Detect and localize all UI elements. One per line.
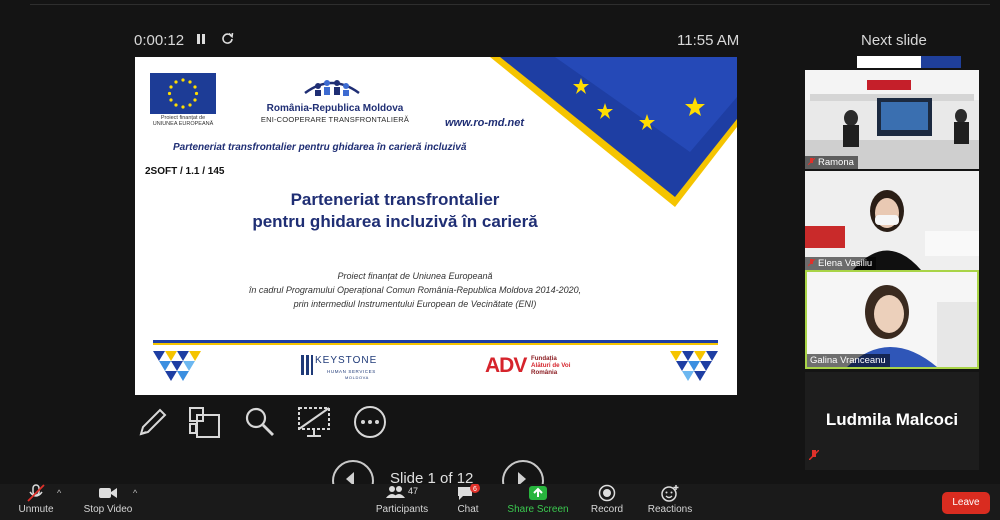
muted-mic-icon — [807, 157, 816, 166]
participant-name: Elena Vasiliu — [805, 257, 877, 270]
keystone-logo-mark — [301, 355, 313, 375]
meeting-controls-bar — [0, 484, 1000, 520]
unmute-button[interactable]: Unmute — [12, 484, 60, 515]
video-feed-galina — [807, 272, 977, 367]
video-options-chevron-icon[interactable]: ^ — [133, 488, 137, 498]
reset-timer-icon[interactable] — [221, 32, 234, 48]
video-camera-icon — [80, 484, 136, 502]
window-top-border — [30, 4, 990, 5]
participants-icon: 47 — [374, 484, 430, 502]
funding-line-1: Proiect finanțat de Uniunea Europeană — [337, 271, 493, 281]
video-tile-galina-vranceanu[interactable]: Galina Vranceanu — [805, 270, 979, 369]
svg-text:47: 47 — [408, 486, 418, 496]
chat-button[interactable]: 6 Chat — [450, 483, 486, 515]
footer-stripe-yellow — [153, 343, 718, 345]
eu-caption: Proiect finanțat de UNIUNEA EUROPEANĂ — [152, 115, 214, 127]
next-slide-label: Next slide — [861, 32, 927, 49]
share-screen-icon — [506, 484, 570, 502]
record-button[interactable]: Record — [588, 484, 626, 515]
project-name: Parteneriat transfrontalier pentru ghida… — [173, 142, 467, 153]
project-code: 2SOFT / 1.1 / 145 — [145, 166, 225, 177]
audio-options-chevron-icon[interactable]: ^ — [57, 488, 61, 498]
muted-mic-icon — [807, 258, 816, 267]
record-icon — [588, 484, 626, 502]
gallery-view-icon[interactable] — [186, 404, 222, 440]
pen-icon[interactable] — [134, 404, 170, 440]
participant-name: Ludmila Malcoci — [825, 410, 959, 429]
program-logo — [301, 71, 363, 101]
program-url: www.ro-md.net — [445, 117, 525, 129]
left-partner-logo — [153, 351, 201, 381]
participants-button[interactable]: 47 Participants — [374, 484, 430, 515]
share-screen-button[interactable]: Share Screen — [506, 484, 570, 515]
adv-foundation-name: Fundația Alături de Voi România — [531, 355, 571, 376]
elapsed-timer: 0:00:12 — [134, 32, 185, 49]
participant-name: Ramona — [805, 156, 858, 169]
stop-video-button[interactable]: Stop Video — [80, 484, 136, 515]
clock: 11:55 AM — [677, 32, 740, 49]
reactions-button[interactable]: Reactions — [646, 484, 694, 515]
funding-line-3: prin intermediul Instrumentului European… — [293, 299, 537, 309]
leave-button[interactable]: Leave — [942, 492, 990, 514]
video-feed-elena — [805, 171, 979, 270]
video-tile-elena-vasiliu[interactable]: Elena Vasiliu — [805, 171, 979, 270]
video-tile-ramona[interactable]: Ramona — [805, 70, 979, 169]
current-slide: Proiect finanțat de UNIUNEA EUROPEANĂ Ro… — [135, 57, 737, 395]
pause-icon[interactable] — [196, 32, 206, 48]
participant-name: Galina Vranceanu — [807, 354, 890, 367]
slide-title-line-2: pentru ghidarea incluzivă în carieră — [252, 212, 538, 231]
keystone-country: MOLDOVA — [345, 375, 369, 380]
chat-icon: 6 — [450, 483, 486, 502]
svg-text:6: 6 — [473, 486, 477, 493]
keystone-subtitle: HUMAN SERVICES — [327, 369, 376, 374]
more-options-icon[interactable] — [352, 404, 388, 440]
slide-title-line-1: Parteneriat transfrontalier — [290, 190, 500, 209]
right-partner-logo — [670, 351, 718, 381]
keystone-name: KEYSTONE — [315, 355, 378, 366]
program-title: România-Republica Moldova — [266, 103, 404, 114]
muted-mic-icon — [808, 447, 820, 465]
adv-logo: ADV — [485, 354, 527, 377]
muted-microphone-icon — [12, 484, 60, 502]
smiley-plus-icon — [646, 484, 694, 502]
zoom-icon[interactable] — [242, 404, 278, 440]
video-tile-ludmila-malcoci[interactable]: Ludmila Malcoci — [805, 372, 979, 470]
program-subtitle: ENI-COOPERARE TRANSFRONTALIERĂ — [260, 115, 410, 124]
video-feed-ramona — [805, 70, 979, 169]
eu-flag-logo — [150, 73, 216, 114]
next-slide-thumbnail[interactable] — [857, 56, 961, 68]
funding-line-2: în cadrul Programului Operațional Comun … — [248, 285, 582, 295]
black-screen-icon[interactable] — [296, 404, 332, 440]
